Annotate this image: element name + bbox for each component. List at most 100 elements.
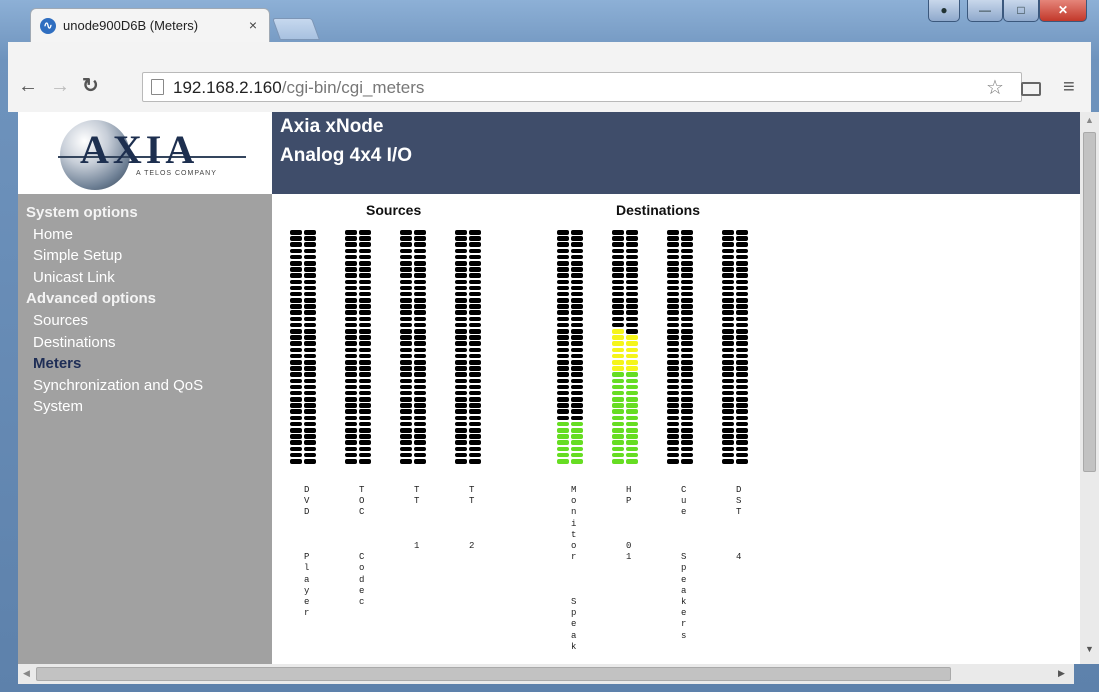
meter-segment <box>469 458 481 464</box>
meter-segment <box>557 279 569 285</box>
meter-segment <box>400 446 412 452</box>
meter-segment <box>469 353 481 359</box>
meter-segment <box>345 248 357 254</box>
meter-segment <box>681 421 693 427</box>
meter-segment <box>612 316 624 322</box>
meter-segment <box>612 403 624 408</box>
reload-icon[interactable]: ↻ <box>82 76 99 96</box>
meter-segment <box>626 329 638 334</box>
meter-segment <box>290 446 302 452</box>
scroll-left-arrow-icon[interactable]: ◀ <box>23 668 30 679</box>
meter-segment <box>612 409 624 415</box>
meter-segment <box>400 353 412 359</box>
meter-segment <box>722 316 734 322</box>
meter-segment <box>722 428 734 433</box>
sidebar-item[interactable]: System <box>18 396 272 418</box>
meter-segment <box>414 260 426 266</box>
meter-segment <box>359 353 371 359</box>
meter-segment <box>400 260 412 266</box>
meter-segment <box>290 397 302 402</box>
minimize-button[interactable]: — <box>967 0 1003 22</box>
meter-segment <box>290 285 302 291</box>
browser-tab[interactable]: ∿ unode900D6B (Meters) × <box>30 8 270 42</box>
sidebar-item[interactable]: Synchronization and QoS <box>18 375 272 397</box>
vertical-scroll-thumb[interactable] <box>1083 132 1096 472</box>
close-window-button[interactable]: ✕ <box>1039 0 1087 22</box>
meter-segment <box>612 446 624 452</box>
horizontal-scroll-thumb[interactable] <box>36 667 951 681</box>
meter-bars <box>290 230 316 464</box>
sidebar-item[interactable]: Meters <box>18 353 272 375</box>
maximize-button[interactable]: □ <box>1003 0 1039 22</box>
address-bar[interactable]: 192.168.2.160/cgi-bin/cgi_meters <box>142 72 1022 102</box>
scroll-right-arrow-icon[interactable]: ▶ <box>1058 668 1065 679</box>
scroll-up-arrow-icon[interactable]: ▲ <box>1085 115 1094 125</box>
bookmark-star-icon[interactable]: ☆ <box>986 75 1004 100</box>
meter-segment <box>304 341 316 346</box>
meter-segment <box>626 341 638 346</box>
meter-segment <box>681 298 693 303</box>
meter-segment <box>400 298 412 303</box>
meter-segment <box>304 434 316 439</box>
meter-segment <box>400 378 412 384</box>
forward-arrow-icon[interactable]: → <box>50 76 70 96</box>
meter-segment <box>667 260 679 266</box>
url-text[interactable]: 192.168.2.160/cgi-bin/cgi_meters <box>173 78 424 98</box>
meter-segment <box>345 359 357 365</box>
meter-segment <box>455 446 467 452</box>
back-arrow-icon[interactable]: ← <box>18 76 38 96</box>
meter-segment <box>681 310 693 316</box>
meter-segment <box>290 279 302 285</box>
meter-segment <box>345 322 357 328</box>
meter-segment <box>290 390 302 396</box>
meter-segment <box>345 458 357 464</box>
meter-channel-label: H P 0 1 <box>626 485 632 563</box>
meter-segment <box>400 428 412 433</box>
meter-segment <box>626 267 638 272</box>
meter-segment <box>469 248 481 254</box>
meter-segment <box>681 384 693 390</box>
meter-segment <box>612 329 624 334</box>
meter-segment <box>290 458 302 464</box>
meter-segment <box>736 359 748 365</box>
meter-segment <box>455 267 467 272</box>
sidebar-item[interactable]: Sources <box>18 310 272 332</box>
meter-segment <box>400 452 412 458</box>
sidebar-item[interactable]: Home <box>18 224 272 246</box>
meter-segment <box>612 267 624 272</box>
sidebar-item[interactable]: Unicast Link <box>18 267 272 289</box>
meter-segment <box>736 384 748 390</box>
meter-segment <box>414 316 426 322</box>
meter-segment <box>722 446 734 452</box>
meter-segment <box>345 378 357 384</box>
user-profile-button[interactable]: ● <box>928 0 960 22</box>
meter-segment <box>557 403 569 408</box>
meter-segment <box>722 440 734 445</box>
meter-segment <box>469 260 481 266</box>
menu-icon[interactable]: ≡ <box>1063 76 1075 99</box>
meter-segment <box>667 415 679 421</box>
meter-segment <box>304 446 316 452</box>
vertical-scrollbar[interactable]: ▲ ▼ <box>1080 112 1099 664</box>
meter-segment <box>455 291 467 297</box>
meter-segment <box>667 341 679 346</box>
meter-channel: M o n i t o r S p e a k <box>557 230 583 652</box>
meter-segment <box>414 341 426 346</box>
meter-segment <box>736 403 748 408</box>
sidebar-item[interactable]: Destinations <box>18 332 272 354</box>
meter-bar <box>400 230 412 464</box>
sidebar-item[interactable]: Simple Setup <box>18 245 272 267</box>
meter-segment <box>722 434 734 439</box>
tab-close-icon[interactable]: × <box>249 17 257 33</box>
meter-segment <box>414 236 426 241</box>
meter-segment <box>304 428 316 433</box>
meter-segment <box>400 341 412 346</box>
horizontal-scrollbar[interactable]: ◀ ▶ <box>18 664 1074 684</box>
meter-segment <box>400 267 412 272</box>
cast-icon[interactable] <box>1021 82 1041 96</box>
meter-segment <box>414 304 426 309</box>
meter-segment <box>626 273 638 278</box>
new-tab-button[interactable] <box>271 18 321 40</box>
meter-segment <box>455 428 467 433</box>
scroll-down-arrow-icon[interactable]: ▼ <box>1085 644 1094 654</box>
